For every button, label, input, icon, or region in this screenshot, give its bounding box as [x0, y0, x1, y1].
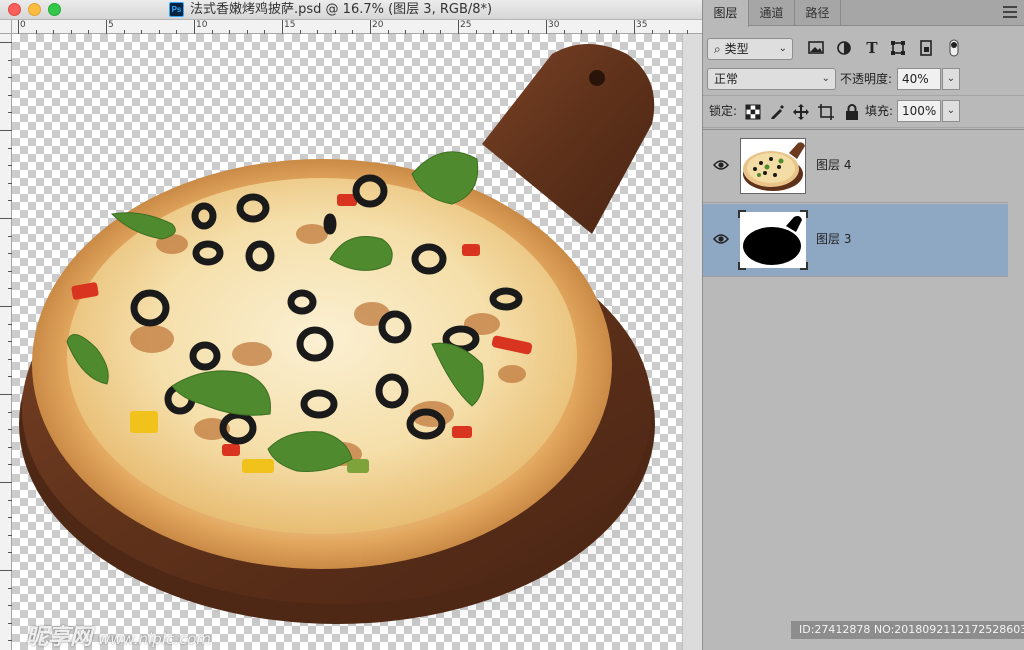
ruler-label: 35: [636, 20, 648, 30]
ruler-tick: [0, 482, 12, 483]
ruler-tick: [546, 20, 547, 34]
layer-row[interactable]: 图层 4: [703, 130, 1008, 203]
zoom-window-button[interactable]: [48, 3, 61, 16]
ruler-tick: [370, 20, 371, 34]
lock-image-pixels-icon[interactable]: [769, 104, 785, 120]
ruler-tick: [0, 394, 12, 395]
watermark: 昵享网 www.nipic.com: [26, 625, 212, 650]
ruler-label: 0: [20, 20, 26, 30]
ruler-label: 25: [460, 20, 472, 30]
ruler-tick: [458, 20, 459, 34]
layer-name[interactable]: 图层 4: [816, 156, 851, 173]
lock-all-icon[interactable]: [844, 104, 860, 120]
opacity-input[interactable]: 40%: [897, 68, 941, 90]
filter-toggle-icon[interactable]: [945, 38, 963, 58]
close-window-button[interactable]: [8, 3, 21, 16]
opacity-label: 不透明度:: [840, 72, 893, 86]
title-bar[interactable]: Ps 法式香嫩烤鸡披萨.psd @ 16.7% (图层 3, RGB/8*): [0, 0, 702, 20]
ruler-tick: [0, 218, 12, 219]
tab-channels[interactable]: 通道: [749, 0, 795, 26]
document-window: Ps 法式香嫩烤鸡披萨.psd @ 16.7% (图层 3, RGB/8*) 0…: [0, 0, 702, 650]
eye-icon[interactable]: [713, 233, 729, 245]
photoshop-app: Ps 法式香嫩烤鸡披萨.psd @ 16.7% (图层 3, RGB/8*) 0…: [0, 0, 1024, 650]
ruler-label: 10: [196, 20, 208, 30]
minimize-window-button[interactable]: [28, 3, 41, 16]
ruler-origin[interactable]: [0, 20, 12, 34]
image-id-caption: ID:27412878 NO:20180921121725286032: [791, 621, 1024, 639]
image-filter-icon[interactable]: [807, 38, 825, 58]
ruler-tick: [18, 20, 19, 34]
chevron-down-icon: ⌄: [778, 43, 787, 54]
lock-row: 锁定: 填充: 100% ⌄: [703, 96, 1024, 128]
layer-name[interactable]: 图层 3: [816, 230, 851, 247]
type-filter-icon[interactable]: T: [863, 38, 881, 58]
blend-mode-value: 正常: [714, 72, 739, 86]
layers-list: 图层 4 图层 3: [703, 129, 1024, 609]
board-silhouette-thumbnail: [740, 212, 806, 268]
document-title: 法式香嫩烤鸡披萨.psd @ 16.7% (图层 3, RGB/8*): [190, 2, 493, 17]
lock-artboard-icon[interactable]: [818, 104, 834, 120]
ruler-tick: [194, 20, 195, 34]
document-canvas[interactable]: 昵享网 www.nipic.com: [12, 34, 682, 650]
photoshop-file-icon: Ps: [169, 2, 184, 17]
ruler-tick: [0, 570, 12, 571]
handle-hole: [589, 70, 605, 86]
shape-filter-icon[interactable]: [889, 38, 907, 58]
ruler-label: 30: [548, 20, 560, 30]
lock-transparent-pixels-icon[interactable]: [745, 104, 761, 120]
layer-row-selected[interactable]: 图层 3: [703, 204, 1008, 277]
board-handle: [482, 44, 655, 234]
panel-menu-icon[interactable]: [1003, 6, 1017, 18]
fill-input[interactable]: 100%: [897, 100, 941, 122]
pizza-artwork: [19, 44, 662, 639]
ruler-label: 15: [284, 20, 296, 30]
ruler-tick: [0, 306, 12, 307]
filter-kind-label: 类型: [724, 42, 749, 56]
eye-icon[interactable]: [713, 159, 729, 171]
smart-object-filter-icon[interactable]: [917, 38, 935, 58]
adjustment-filter-icon[interactable]: [835, 38, 853, 58]
vertical-scrollbar[interactable]: [682, 34, 702, 650]
ruler-tick: [0, 42, 12, 43]
ruler-label: 5: [108, 20, 114, 30]
ruler-tick: [106, 20, 107, 34]
ruler-tick: [282, 20, 283, 34]
fill-slider-button[interactable]: ⌄: [942, 100, 960, 122]
ruler-label: 20: [372, 20, 384, 30]
chevron-down-icon: ⌄: [821, 73, 830, 84]
filter-kind-dropdown[interactable]: ⌕ 类型 ⌄: [707, 38, 793, 60]
ruler-tick: [0, 130, 12, 131]
tab-layers[interactable]: 图层: [703, 0, 749, 27]
tab-paths[interactable]: 路径: [795, 0, 841, 26]
pizza-thumbnail-image: [741, 139, 805, 193]
horizontal-ruler[interactable]: 0 5 10 15 20 25 30 35: [12, 20, 702, 34]
blend-row: 正常 ⌄ 不透明度: 40% ⌄: [703, 64, 1024, 96]
layer-thumbnail[interactable]: [738, 210, 808, 270]
vertical-ruler[interactable]: [0, 34, 12, 650]
lock-label: 锁定:: [709, 104, 738, 118]
layer-filter-row: ⌕ 类型 ⌄ T: [703, 32, 1024, 64]
fill-label: 填充:: [865, 104, 894, 118]
layers-panel: 图层 通道 路径 ⌕ 类型 ⌄ T 正常 ⌄ 不透明度: 40% ⌄ 锁定: 填…: [702, 0, 1024, 650]
layer-thumbnail[interactable]: [740, 138, 806, 194]
ruler-tick: [634, 20, 635, 34]
lock-position-icon[interactable]: [793, 104, 809, 120]
blend-mode-dropdown[interactable]: 正常 ⌄: [707, 68, 836, 90]
panel-tabs: 图层 通道 路径: [703, 0, 1024, 27]
opacity-slider-button[interactable]: ⌄: [942, 68, 960, 90]
search-icon: ⌕: [714, 42, 721, 56]
